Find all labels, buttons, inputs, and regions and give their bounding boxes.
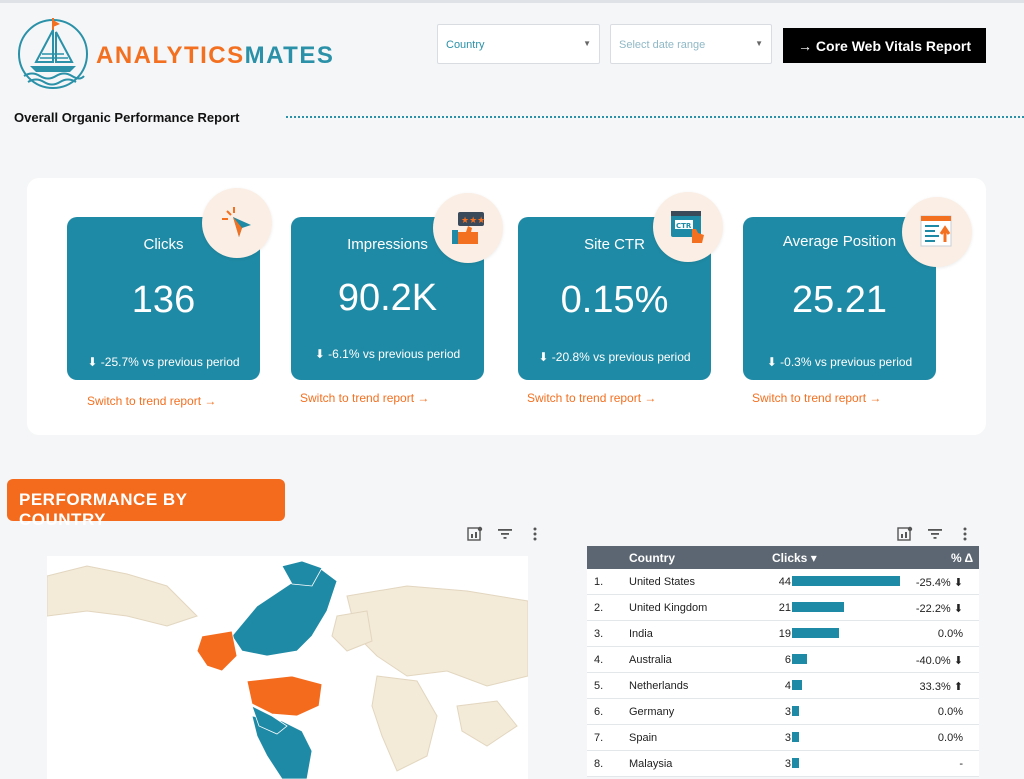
brand-part2: MATES [244, 42, 335, 69]
ranking-page-icon [902, 197, 972, 267]
header-country[interactable]: Country [629, 551, 675, 565]
row-clicks: 19 [778, 628, 791, 640]
table-toolbar [897, 526, 973, 542]
row-pct-change: - [959, 758, 963, 770]
row-rank: 8. [594, 758, 604, 770]
world-map[interactable] [47, 556, 528, 779]
core-web-vitals-button[interactable]: → Core Web Vitals Report [783, 28, 986, 63]
kpi-delta: ⬇ -25.7% vs previous period [87, 355, 240, 369]
table-row[interactable]: 5. Netherlands 4 33.3% ⬆ [587, 673, 979, 699]
row-clicks: 21 [778, 602, 791, 614]
row-rank: 7. [594, 732, 604, 744]
row-rank: 6. [594, 706, 604, 718]
row-pct-change: 0.0% [937, 706, 963, 718]
row-clicks-bar [792, 706, 799, 716]
row-clicks: 3 [784, 758, 791, 770]
section-title-performance-by-country: PERFORMANCE BY COUNTRY [7, 479, 285, 529]
brand-wordmark: ANALYTICSMATES [96, 42, 334, 70]
row-pct-change: 0.0% [937, 628, 963, 640]
row-rank: 4. [594, 654, 604, 666]
table-row[interactable]: 6. Germany 3 0.0% [587, 699, 979, 725]
row-pct-change: -40.0% ⬇ [915, 655, 963, 667]
row-country: Spain [629, 732, 658, 744]
dropdown-caret-icon: ▼ [755, 39, 763, 48]
dropdown-caret-icon: ▼ [583, 39, 591, 48]
kpi-delta: ⬇ -20.8% vs previous period [538, 350, 691, 364]
switch-trend-impressions-link[interactable]: Switch to trend report → [300, 391, 429, 405]
row-pct-change: -22.2% ⬇ [915, 603, 963, 615]
top-border [0, 0, 1024, 3]
more-options-icon[interactable] [527, 526, 543, 542]
row-clicks-bar [792, 758, 799, 768]
kpi-value: 25.21 [791, 279, 888, 321]
map-toolbar [467, 526, 543, 542]
table-row[interactable]: 3. India 19 0.0% [587, 621, 979, 647]
row-clicks-bar [792, 576, 900, 586]
row-country: Australia [629, 654, 672, 666]
switch-trend-position-link[interactable]: Switch to trend report → [752, 391, 881, 405]
sailboat-logo-icon [18, 18, 88, 89]
header-pct-change[interactable]: % Δ [951, 551, 973, 565]
brand-logo[interactable]: ANALYTICSMATES [16, 14, 333, 94]
cursor-click-icon [202, 188, 272, 258]
row-pct-change: -25.4% ⬇ [915, 577, 963, 589]
row-clicks: 3 [784, 732, 791, 744]
country-table: Country Clicks ▾ % Δ 1. United States 44 -2… [587, 546, 979, 777]
row-clicks: 6 [784, 654, 791, 666]
kpi-delta: ⬇ -0.3% vs previous period [766, 355, 913, 369]
row-country: United States [629, 576, 696, 588]
svg-text:CTR: CTR [676, 222, 692, 230]
kpi-value: 136 [131, 279, 196, 321]
chart-insight-icon[interactable] [897, 526, 913, 542]
filter-icon[interactable] [927, 526, 943, 542]
header-clicks[interactable]: Clicks ▾ [772, 551, 817, 565]
kpi-value: 0.15% [560, 279, 669, 321]
table-header: Country Clicks ▾ % Δ [587, 546, 979, 569]
table-row[interactable]: 8. Malaysia 3 - [587, 751, 979, 777]
brand-part1: ANALYTICS [96, 42, 245, 69]
dotted-divider [286, 116, 1024, 118]
row-clicks-bar [792, 628, 839, 638]
row-clicks-bar [792, 680, 802, 690]
chart-insight-icon[interactable] [467, 526, 483, 542]
row-rank: 2. [594, 602, 604, 614]
row-country: Germany [629, 706, 675, 718]
table-row[interactable]: 1. United States 44 -25.4% ⬇ [587, 569, 979, 595]
row-country: United Kingdom [629, 602, 708, 614]
row-clicks: 44 [778, 576, 791, 588]
row-clicks-bar [792, 654, 807, 664]
row-clicks-bar [792, 602, 844, 612]
row-pct-change: 0.0% [937, 732, 963, 744]
row-rank: 3. [594, 628, 604, 640]
row-country: India [629, 628, 653, 640]
kpi-value: 90.2K [337, 277, 438, 319]
date-range-filter[interactable]: Select date range ▼ [610, 24, 772, 64]
filter-icon[interactable] [497, 526, 513, 542]
report-title: Overall Organic Performance Report [14, 110, 240, 125]
row-clicks-bar [792, 732, 799, 742]
table-row[interactable]: 7. Spain 3 0.0% [587, 725, 979, 751]
country-filter[interactable]: Country ▼ [437, 24, 600, 64]
switch-trend-ctr-link[interactable]: Switch to trend report → [527, 391, 656, 405]
svg-text:★★★: ★★★ [461, 216, 485, 226]
table-row[interactable]: 4. Australia 6 -40.0% ⬇ [587, 647, 979, 673]
table-row[interactable]: 2. United Kingdom 21 -22.2% ⬇ [587, 595, 979, 621]
ctr-click-icon: CTR [653, 192, 723, 262]
row-rank: 1. [594, 576, 604, 588]
row-clicks: 3 [784, 706, 791, 718]
switch-trend-clicks-link[interactable]: Switch to trend report → [87, 394, 216, 408]
country-filter-label: Country [446, 39, 485, 51]
row-clicks: 4 [784, 680, 791, 692]
row-rank: 5. [594, 680, 604, 692]
more-options-icon[interactable] [957, 526, 973, 542]
kpi-delta: ⬇ -6.1% vs previous period [314, 347, 461, 361]
row-country: Malaysia [629, 758, 673, 770]
date-range-label: Select date range [619, 39, 706, 51]
row-pct-change: 33.3% ⬆ [919, 681, 963, 693]
rating-thumbs-up-icon: ★★★ [433, 193, 503, 263]
row-country: Netherlands [629, 680, 689, 692]
